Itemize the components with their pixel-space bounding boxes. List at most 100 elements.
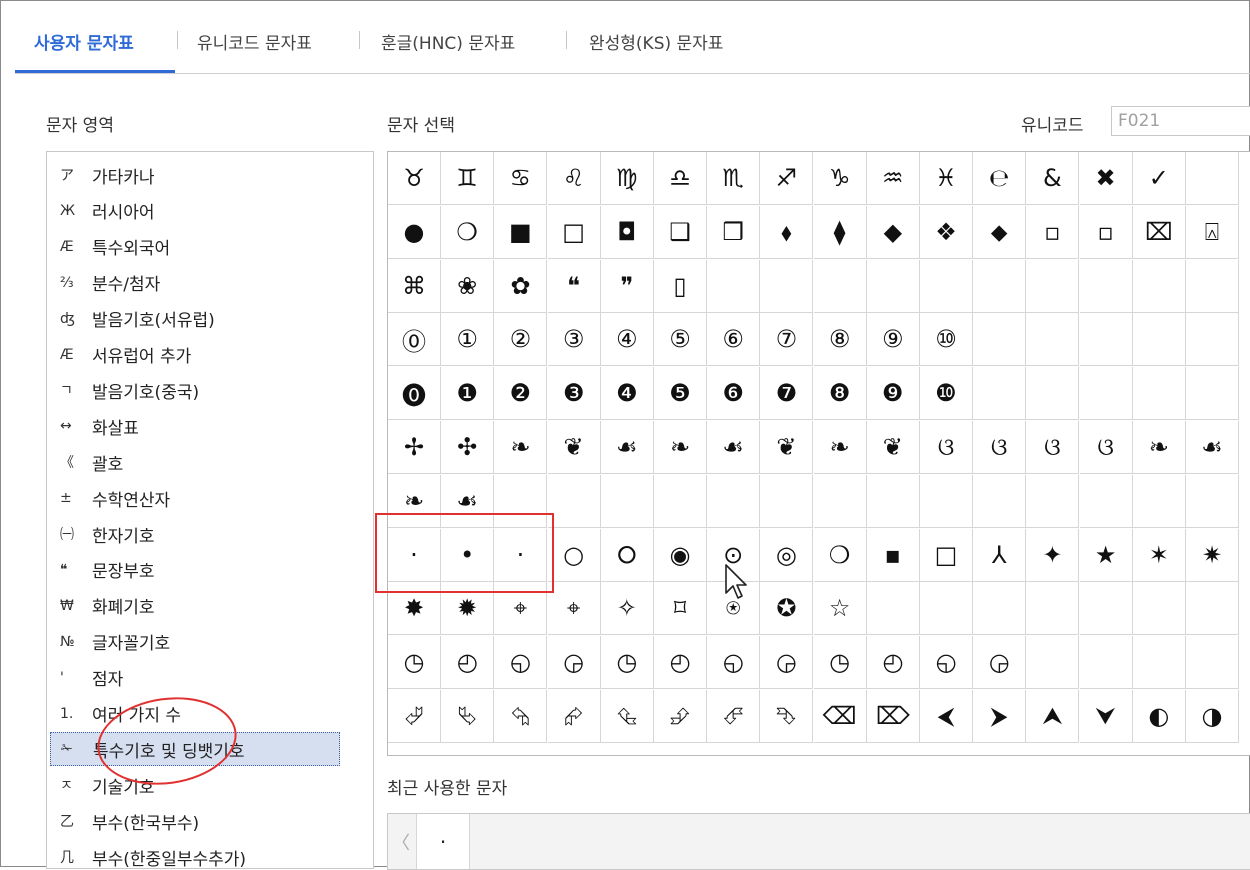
char-cell[interactable]	[920, 582, 973, 636]
list-item[interactable]: ア 가타카나	[50, 158, 340, 192]
char-cell[interactable]: ⮝	[1026, 690, 1080, 743]
char-cell[interactable]	[866, 582, 920, 636]
char-cell[interactable]: ⧫	[813, 205, 867, 259]
char-cell[interactable]: ❧	[494, 421, 548, 474]
char-cell[interactable]	[1079, 582, 1133, 636]
char-cell[interactable]: □	[547, 205, 601, 259]
char-cell[interactable]: ♏	[707, 152, 761, 205]
char-cell[interactable]: ⓪	[388, 313, 441, 367]
char-cell[interactable]: ☙	[600, 421, 654, 474]
char-cell[interactable]: ✓	[1132, 152, 1186, 205]
char-cell[interactable]: ❖	[920, 205, 973, 259]
char-cell[interactable]: ⑨	[866, 313, 920, 367]
char-cell[interactable]: ⮷	[760, 690, 814, 743]
char-cell[interactable]: ○	[547, 528, 601, 582]
char-cell[interactable]: ◴	[866, 636, 920, 690]
char-cell[interactable]: ▯	[654, 259, 707, 313]
list-item[interactable]: Ж 러시아어	[50, 194, 340, 228]
char-cell[interactable]: ◆	[866, 205, 920, 259]
char-cell[interactable]	[1186, 259, 1239, 313]
char-cell[interactable]: ✦	[1026, 528, 1080, 582]
char-cell[interactable]: ④	[600, 313, 654, 367]
char-cell[interactable]: ♋	[494, 152, 548, 205]
list-item[interactable]: ± 수학연산자	[50, 481, 340, 515]
char-cell[interactable]: ℮	[973, 152, 1027, 205]
char-cell[interactable]: ⌖	[547, 582, 601, 636]
char-cell[interactable]: □	[920, 528, 973, 582]
char-cell[interactable]	[1132, 259, 1186, 313]
char-cell[interactable]: ⮜	[920, 690, 973, 743]
char-cell[interactable]: ◷	[388, 636, 441, 690]
char-cell[interactable]: ♎	[654, 152, 707, 205]
char-cell[interactable]: ⬧	[760, 205, 814, 259]
char-cell[interactable]: ▪	[866, 528, 920, 582]
list-item[interactable]: № 글자꼴기호	[50, 625, 340, 659]
char-cell[interactable]	[1026, 259, 1080, 313]
char-cell[interactable]: ◵	[707, 636, 761, 690]
char-cell[interactable]	[1186, 474, 1239, 528]
char-cell[interactable]	[813, 474, 867, 528]
char-cell[interactable]: ●	[388, 205, 441, 259]
char-cell[interactable]: ✧	[600, 582, 654, 636]
char-cell[interactable]	[813, 259, 867, 313]
char-cell[interactable]: ❧	[813, 421, 867, 474]
list-item[interactable]: Æ 특수외국어	[50, 230, 340, 264]
char-cell[interactable]: ◐	[1132, 690, 1186, 743]
char-cell[interactable]: ⮰	[388, 690, 441, 743]
char-cell[interactable]: ⌑	[654, 582, 707, 636]
char-cell[interactable]: ☆	[813, 582, 867, 636]
char-cell[interactable]	[707, 259, 761, 313]
char-cell[interactable]	[920, 259, 973, 313]
char-cell[interactable]: ❍	[813, 528, 867, 582]
char-cell[interactable]: ❼	[760, 367, 814, 421]
char-cell[interactable]: ♑	[813, 152, 867, 205]
char-cell[interactable]: ❝	[547, 259, 601, 313]
char-cell[interactable]	[1186, 367, 1239, 421]
unicode-input[interactable]	[1111, 106, 1250, 136]
char-cell[interactable]: ◶	[547, 636, 601, 690]
char-cell[interactable]	[920, 474, 973, 528]
char-cell[interactable]	[1186, 313, 1239, 367]
char-cell[interactable]: ❸	[547, 367, 601, 421]
char-cell[interactable]	[1132, 636, 1186, 690]
char-cell[interactable]	[654, 474, 707, 528]
char-cell[interactable]	[973, 313, 1027, 367]
tab-user-chart[interactable]: 사용자 문자표	[34, 29, 134, 54]
char-cell[interactable]	[547, 474, 601, 528]
char-cell[interactable]: ◴	[654, 636, 707, 690]
char-cell[interactable]	[1079, 474, 1133, 528]
char-cell[interactable]	[1186, 152, 1239, 205]
char-cell[interactable]: ③	[547, 313, 601, 367]
char-cell[interactable]: ⑤	[654, 313, 707, 367]
char-cell[interactable]: &	[1026, 152, 1080, 205]
list-item[interactable]: ❝ 문장부호	[50, 553, 340, 587]
char-cell[interactable]	[973, 367, 1027, 421]
char-cell[interactable]	[1079, 367, 1133, 421]
char-cell[interactable]: ❧	[1132, 421, 1186, 474]
char-cell[interactable]: ▫	[1079, 205, 1133, 259]
char-cell[interactable]: ◶	[973, 636, 1027, 690]
char-cell[interactable]: ଓ	[920, 421, 973, 474]
char-cell[interactable]: ♓	[920, 152, 973, 205]
char-cell[interactable]	[1079, 259, 1133, 313]
char-cell[interactable]: ◴	[441, 636, 495, 690]
char-cell[interactable]	[1026, 582, 1080, 636]
char-cell[interactable]: ⮞	[973, 690, 1027, 743]
char-cell[interactable]: ⌘	[388, 259, 441, 313]
char-cell[interactable]: ❦	[866, 421, 920, 474]
char-cell[interactable]: ⭘	[600, 528, 654, 582]
char-cell[interactable]: ◷	[600, 636, 654, 690]
char-cell[interactable]: ⮶	[707, 690, 761, 743]
char-cell[interactable]	[1132, 313, 1186, 367]
char-cell[interactable]	[1132, 582, 1186, 636]
char-cell[interactable]: ❦	[547, 421, 601, 474]
char-cell[interactable]: ♐	[760, 152, 814, 205]
list-item[interactable]: Æ 서유럽어 추가	[50, 338, 340, 372]
char-cell[interactable]: ❧	[654, 421, 707, 474]
char-cell[interactable]: ❑	[654, 205, 707, 259]
char-cell[interactable]	[973, 474, 1027, 528]
char-cell[interactable]: ♊	[441, 152, 495, 205]
char-cell[interactable]: ⌦	[866, 690, 920, 743]
char-cell[interactable]: ❺	[654, 367, 707, 421]
char-cell[interactable]: ⬥	[973, 205, 1027, 259]
